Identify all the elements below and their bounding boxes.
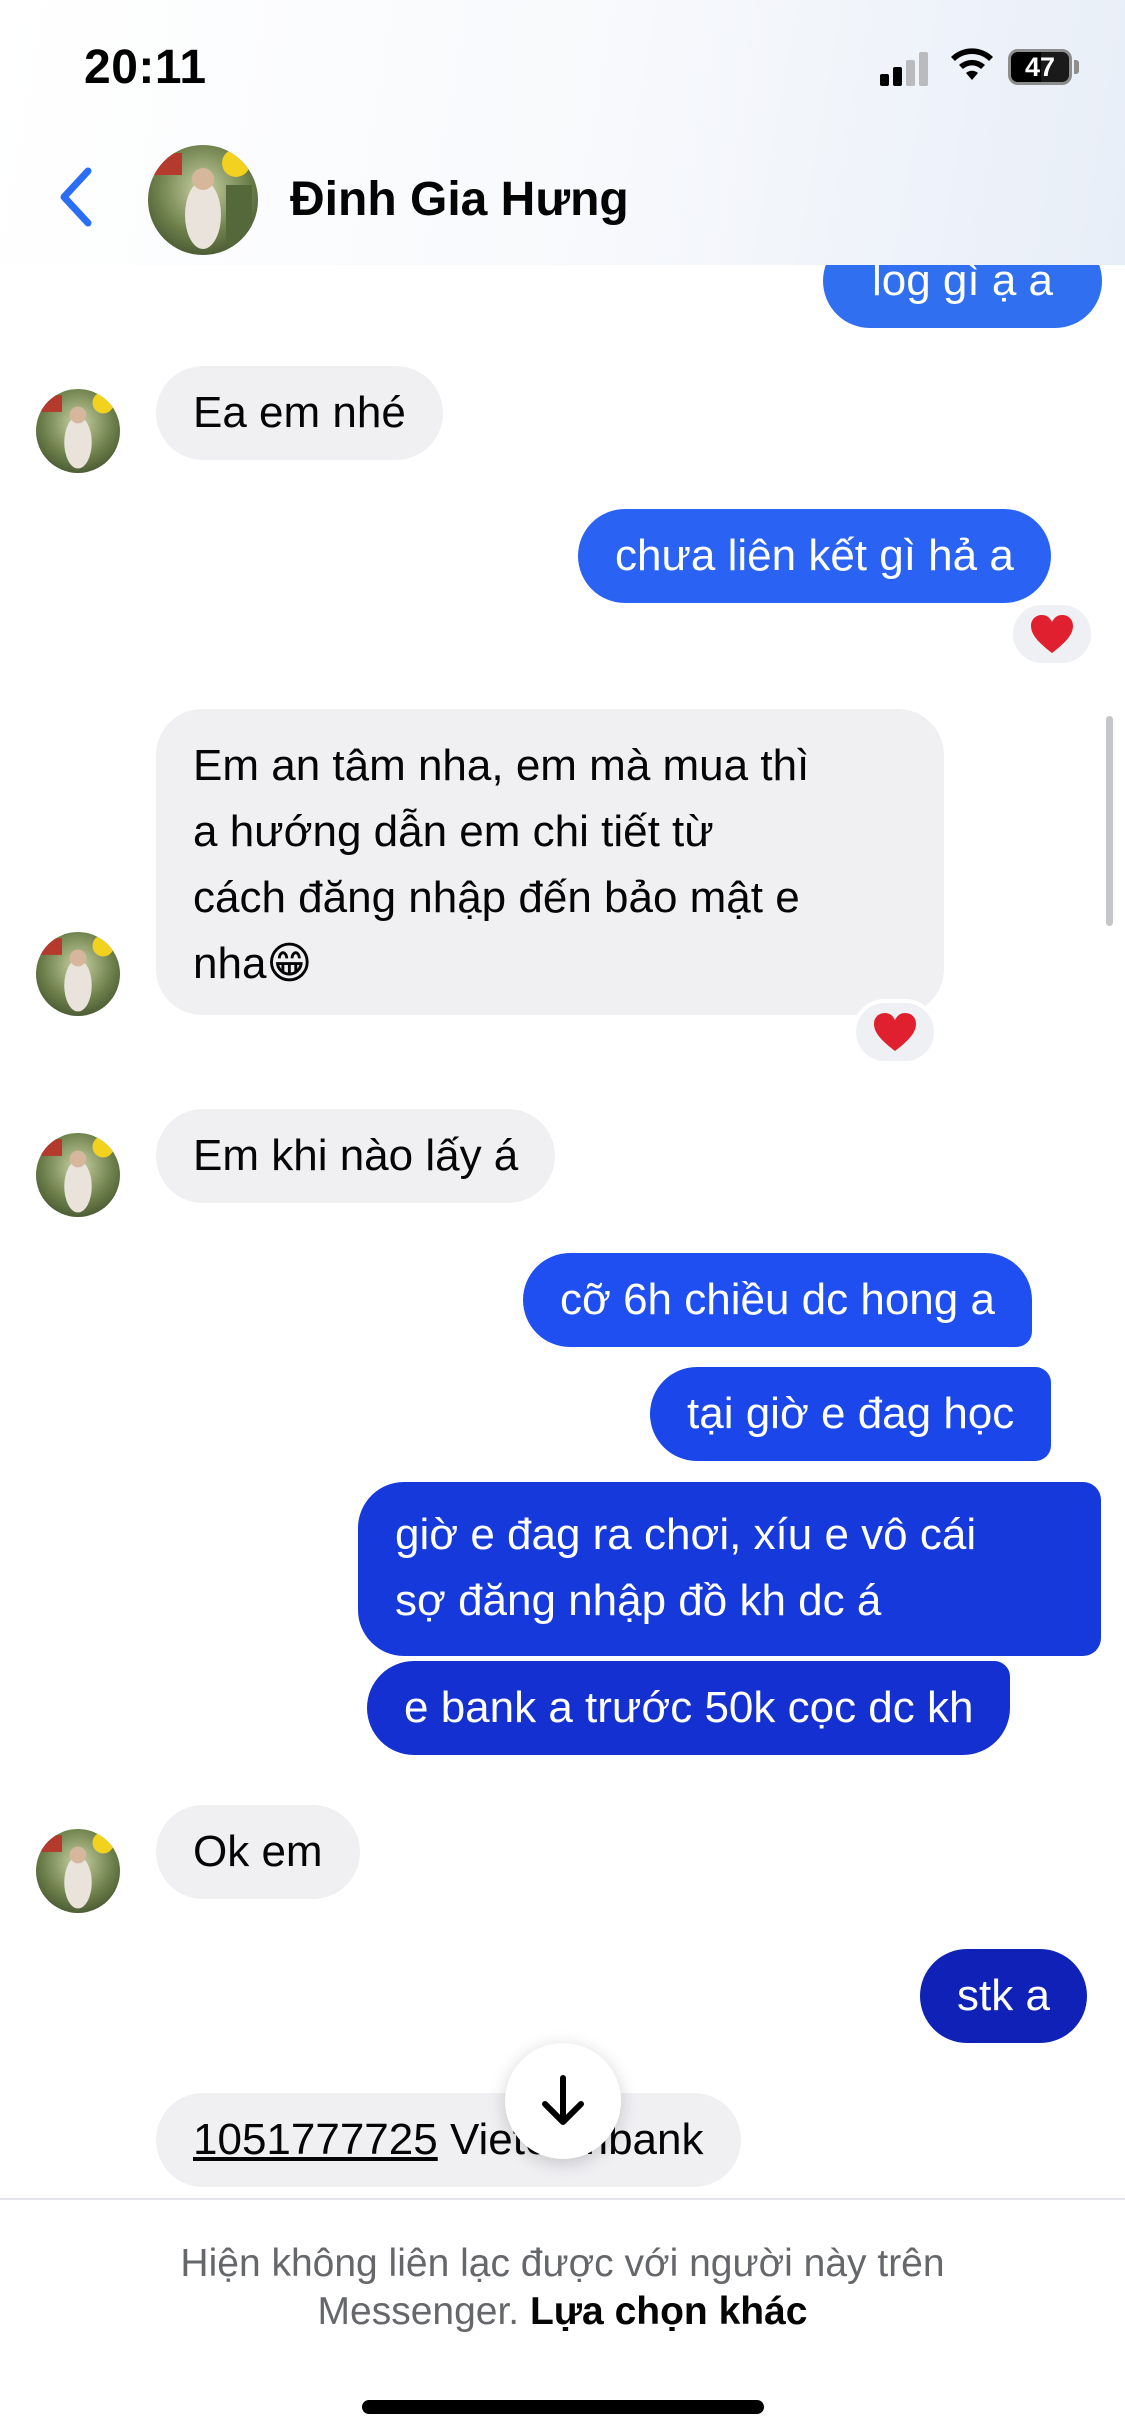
- contact-name[interactable]: Đinh Gia Hưng: [290, 172, 629, 227]
- message-incoming[interactable]: Em an tâm nha, em mà mua thì a hướng dẫn…: [156, 709, 944, 1015]
- cellular-signal-icon: [880, 50, 932, 86]
- battery-icon: 47: [1008, 49, 1080, 85]
- heart-reaction[interactable]: [1009, 601, 1095, 667]
- sender-avatar[interactable]: [36, 932, 120, 1016]
- message-text: Ea em nhé: [193, 388, 406, 437]
- wifi-icon: [951, 48, 993, 80]
- message-text: stk a: [957, 1971, 1050, 2020]
- unavailable-notice: Hiện không liên lạc được với người này t…: [0, 2240, 1125, 2336]
- message-outgoing[interactable]: e bank a trước 50k cọc dc kh: [367, 1661, 1011, 1755]
- message-text: cỡ 6h chiều dc hong a: [560, 1275, 995, 1324]
- notice-line: Hiện không liên lạc được với người này t…: [180, 2242, 945, 2285]
- message-outgoing[interactable]: tại giờ e đag học: [650, 1367, 1052, 1461]
- scrollbar[interactable]: [1106, 716, 1113, 926]
- message-line: sợ đăng nhập đồ kh dc á: [395, 1576, 882, 1625]
- message-incoming[interactable]: 1051777725 Vietcombank: [156, 2093, 741, 2187]
- message-text: Em khi nào lấy á: [193, 1131, 519, 1180]
- contact-avatar[interactable]: [148, 145, 258, 255]
- sender-avatar[interactable]: [36, 1829, 120, 1913]
- message-line: Em an tâm nha, em mà mua thì: [193, 741, 810, 790]
- message-line: cách đăng nhập đến bảo mật e: [193, 873, 800, 922]
- other-options-link[interactable]: Lựa chọn khác: [530, 2290, 807, 2333]
- sender-avatar[interactable]: [36, 1133, 120, 1217]
- message-text: Ok em: [193, 1827, 323, 1876]
- scroll-to-bottom-button[interactable]: [505, 2043, 621, 2159]
- message-incoming[interactable]: Ok em: [156, 1805, 360, 1899]
- chevron-left-icon[interactable]: [52, 165, 100, 229]
- battery-level: 47: [1024, 51, 1056, 82]
- message-incoming[interactable]: Em khi nào lấy á: [156, 1109, 556, 1203]
- arrow-down-icon: [542, 2075, 584, 2125]
- message-line: nha😁: [193, 939, 313, 988]
- sender-avatar[interactable]: [36, 389, 120, 473]
- message-line: giờ e đag ra chơi, xíu e vô cái: [395, 1510, 977, 1559]
- message-incoming[interactable]: Ea em nhé: [156, 366, 443, 460]
- composer-notice-area: Hiện không liên lạc được với người này t…: [0, 2198, 1125, 2436]
- message-outgoing[interactable]: cỡ 6h chiều dc hong a: [523, 1253, 1032, 1347]
- message-outgoing[interactable]: stk a: [920, 1949, 1087, 2043]
- notice-line: Messenger.: [317, 2290, 520, 2333]
- status-time: 20:11: [84, 41, 207, 94]
- heart-reaction[interactable]: [852, 999, 938, 1065]
- heart-icon: [1031, 615, 1073, 653]
- message-text: chưa liên kết gì hả a: [615, 531, 1014, 580]
- account-number-link[interactable]: 1051777725: [193, 2115, 438, 2164]
- heart-icon: [874, 1013, 916, 1051]
- message-text: e bank a trước 50k cọc dc kh: [404, 1683, 974, 1732]
- message-line: a hướng dẫn em chi tiết từ: [193, 807, 714, 856]
- top-bar: 20:11 47 Đinh Gia Hưng: [0, 0, 1125, 265]
- message-text: tại giờ e đag học: [687, 1389, 1015, 1438]
- message-outgoing[interactable]: chưa liên kết gì hả a: [578, 509, 1051, 603]
- message-outgoing[interactable]: giờ e đag ra chơi, xíu e vô cái sợ đăng …: [358, 1482, 1101, 1656]
- home-indicator[interactable]: [362, 2400, 764, 2414]
